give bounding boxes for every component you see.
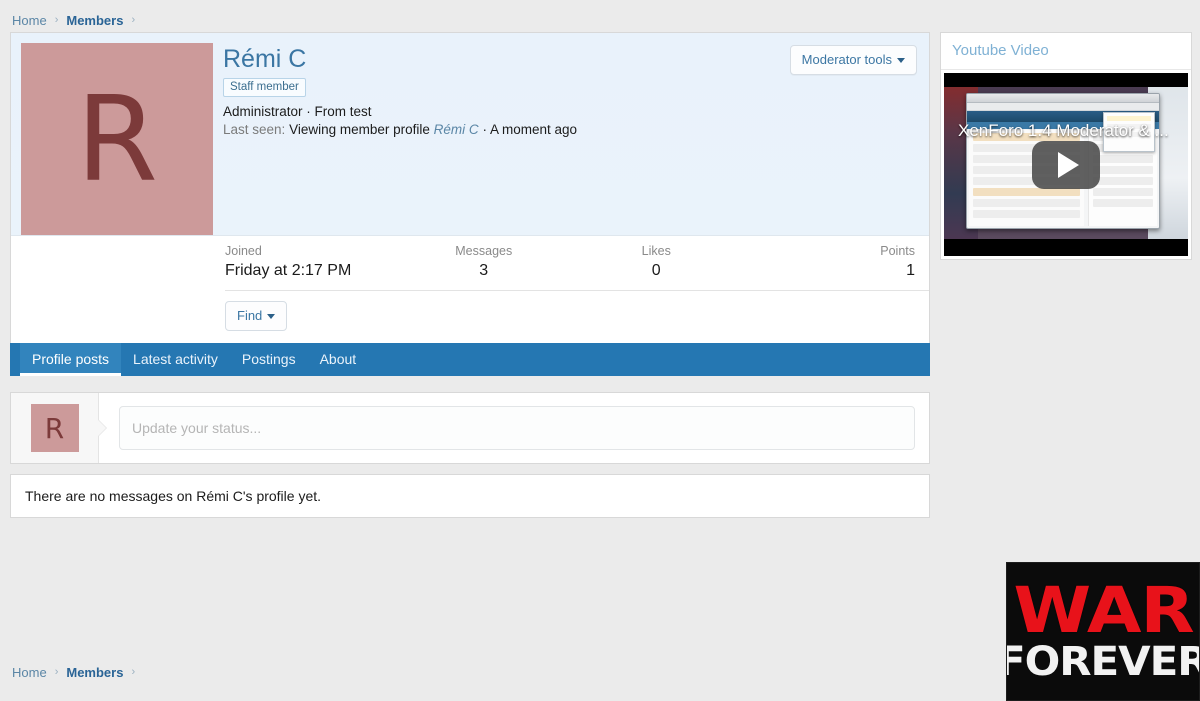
breadcrumb-bottom: Home › Members ›	[0, 652, 940, 692]
member-header: R Rémi C Staff member Administrator · Fr…	[11, 33, 929, 236]
stat-joined: Joined Friday at 2:17 PM	[225, 244, 398, 280]
tab-label: Postings	[241, 351, 296, 367]
stat-label: Points	[880, 244, 915, 258]
last-seen: Last seen: Viewing member profile Rémi C…	[223, 122, 915, 137]
member-header-info: Rémi C Staff member Administrator · From…	[215, 33, 929, 235]
member-profile-card: R Rémi C Staff member Administrator · Fr…	[10, 32, 930, 343]
last-seen-separator: ·	[482, 121, 487, 137]
last-seen-time: A moment ago	[489, 121, 578, 137]
status-badge: Staff member	[223, 77, 306, 97]
breadcrumb-separator-icon: ›	[131, 14, 136, 26]
youtube-video-widget: Youtube Video XenForo 1.4 Moderator & ..…	[940, 32, 1192, 260]
stat-value[interactable]: 3	[398, 262, 571, 280]
status-update-box: R	[10, 392, 930, 464]
banner-line-2: FOREVER	[1006, 639, 1200, 686]
stat-label: Messages	[455, 244, 513, 258]
status-input[interactable]	[119, 406, 915, 450]
moderator-tools-label: Moderator tools	[801, 52, 892, 67]
breadcrumb-members-link[interactable]: Members	[66, 13, 123, 28]
stat-points: Points 1	[743, 244, 915, 280]
play-triangle-icon	[1058, 151, 1079, 178]
stat-messages: Messages 3	[398, 244, 571, 280]
banner-line-1: WAR	[1012, 573, 1194, 647]
breadcrumb-home-link[interactable]: Home	[12, 13, 47, 28]
thumb-window-titlebar	[967, 94, 1159, 103]
find-button[interactable]: Find	[225, 301, 288, 331]
avatar-container: R	[11, 33, 215, 235]
play-icon[interactable]	[1032, 140, 1100, 189]
last-seen-action: Viewing member profile	[289, 121, 430, 137]
status-input-cell	[99, 393, 929, 463]
stat-label: Likes	[641, 244, 671, 258]
avatar[interactable]: R	[30, 404, 79, 452]
stat-value: 1	[906, 262, 915, 279]
breadcrumb-home-link[interactable]: Home	[12, 665, 47, 680]
moderator-tools-button[interactable]: Moderator tools	[789, 45, 917, 75]
breadcrumb-members-link[interactable]: Members	[66, 665, 123, 680]
empty-state-message: There are no messages on Rémi C's profil…	[10, 474, 930, 518]
avatar[interactable]: R	[21, 43, 213, 235]
stat-value: 0	[651, 262, 661, 279]
page-root: Home › Members › R Rémi C Staff member A…	[0, 0, 1200, 701]
tab-latest-activity[interactable]: Latest activity	[121, 343, 230, 376]
tab-label: Profile posts	[32, 351, 110, 367]
tab-profile-posts[interactable]: Profile posts	[20, 343, 122, 376]
main-content: R Rémi C Staff member Administrator · Fr…	[10, 32, 930, 518]
chevron-down-icon	[897, 58, 905, 64]
video-title: XenForo 1.4 Moderator & ...	[958, 121, 1169, 140]
video-thumbnail[interactable]: XenForo 1.4 Moderator & ...	[944, 73, 1188, 256]
breadcrumb-separator-icon: ›	[131, 666, 136, 678]
member-stats-row: Joined Friday at 2:17 PM Messages 3 Like…	[225, 236, 929, 291]
breadcrumb-separator-icon: ›	[54, 666, 59, 678]
user-title: Administrator · From test	[223, 103, 372, 119]
tab-about[interactable]: About	[308, 343, 369, 376]
stat-likes: Likes 0	[570, 244, 743, 280]
last-seen-profile-link[interactable]: Rémi C	[434, 122, 479, 137]
tab-label: Latest activity	[133, 351, 218, 367]
speech-notch-icon	[98, 420, 106, 436]
stat-label: Joined	[225, 244, 262, 258]
video-body: XenForo 1.4 Moderator & ...	[941, 70, 1191, 259]
tab-label: About	[319, 351, 357, 367]
profile-tabs: Profile posts Latest activity Postings A…	[10, 343, 930, 376]
last-seen-label: Last seen:	[223, 121, 286, 137]
war-forever-banner[interactable]: WAR FOREVER	[1006, 562, 1200, 701]
sidebar: Youtube Video XenForo 1.4 Moderator & ..…	[940, 32, 1192, 260]
widget-title: Youtube Video	[941, 33, 1191, 70]
chevron-down-icon	[267, 314, 276, 320]
thumb-window-navbar	[967, 103, 1159, 111]
breadcrumb-separator-icon: ›	[54, 14, 59, 26]
stat-value: Friday at 2:17 PM	[225, 262, 352, 279]
status-avatar-cell: R	[11, 393, 106, 463]
find-button-label: Find	[237, 308, 263, 323]
member-actions: Find	[225, 291, 929, 343]
tab-postings[interactable]: Postings	[230, 343, 308, 376]
